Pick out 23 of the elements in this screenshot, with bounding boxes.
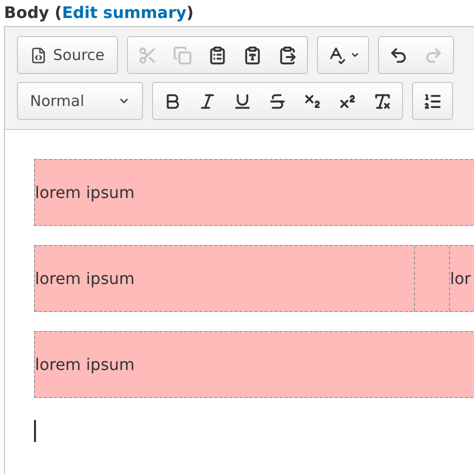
table-cell: lorem ipsum	[35, 246, 415, 311]
scissors-icon	[138, 46, 157, 64]
redo-icon	[424, 46, 443, 64]
undo-icon	[388, 46, 408, 64]
numbered-list-icon	[423, 92, 442, 110]
table-cell-text: lorem ipsum	[35, 354, 136, 376]
clipboard-icon	[278, 46, 297, 64]
underline-icon	[233, 92, 252, 110]
caret-icon	[350, 50, 360, 60]
table-cell-text: lorem ipsum	[35, 182, 136, 204]
clipboard-icon	[242, 46, 262, 64]
spellcheck-button[interactable]	[316, 36, 369, 74]
remove-format-icon	[373, 92, 392, 110]
strikethrough-icon	[268, 92, 287, 110]
source-icon	[30, 46, 47, 64]
text-cursor	[34, 420, 36, 442]
table-cell: lor	[449, 246, 474, 311]
field-label: Body (Edit summary)	[3, 2, 195, 24]
italic-icon	[198, 92, 217, 110]
clipboard-icon	[208, 46, 227, 64]
edit-summary-link[interactable]: Edit summary	[62, 3, 186, 22]
format-dropdown[interactable]: Normal	[17, 82, 143, 120]
copy-icon	[172, 46, 192, 64]
